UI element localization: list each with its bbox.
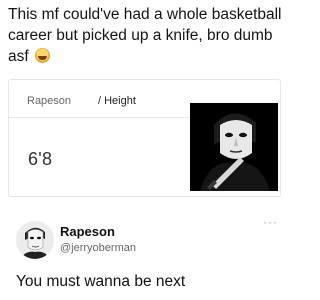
- tweet-text: You must wanna be next: [16, 273, 186, 290]
- height-value: 6'8: [28, 149, 53, 169]
- laughing-emoji-icon: [35, 48, 50, 63]
- masked-figure-image[interactable]: [190, 103, 278, 191]
- card-divider: [9, 117, 204, 118]
- post-caption: This mf could've had a whole basketball …: [8, 4, 284, 67]
- breadcrumb-name[interactable]: Rapeson: [27, 95, 71, 107]
- knowledge-card: Rapeson / Height 6'8: [8, 79, 281, 197]
- user-handle[interactable]: @jerryoberman: [60, 242, 136, 254]
- breadcrumb-separator: /: [98, 95, 102, 107]
- masked-figure-icon: [190, 103, 278, 191]
- masked-figure-avatar-icon: [16, 221, 54, 259]
- avatar[interactable]: [16, 221, 54, 259]
- breadcrumb-attribute: Height: [104, 95, 136, 107]
- more-options-icon[interactable]: ···: [263, 215, 278, 229]
- breadcrumb: Rapeson / Height: [27, 95, 136, 107]
- display-name[interactable]: Rapeson: [60, 224, 115, 239]
